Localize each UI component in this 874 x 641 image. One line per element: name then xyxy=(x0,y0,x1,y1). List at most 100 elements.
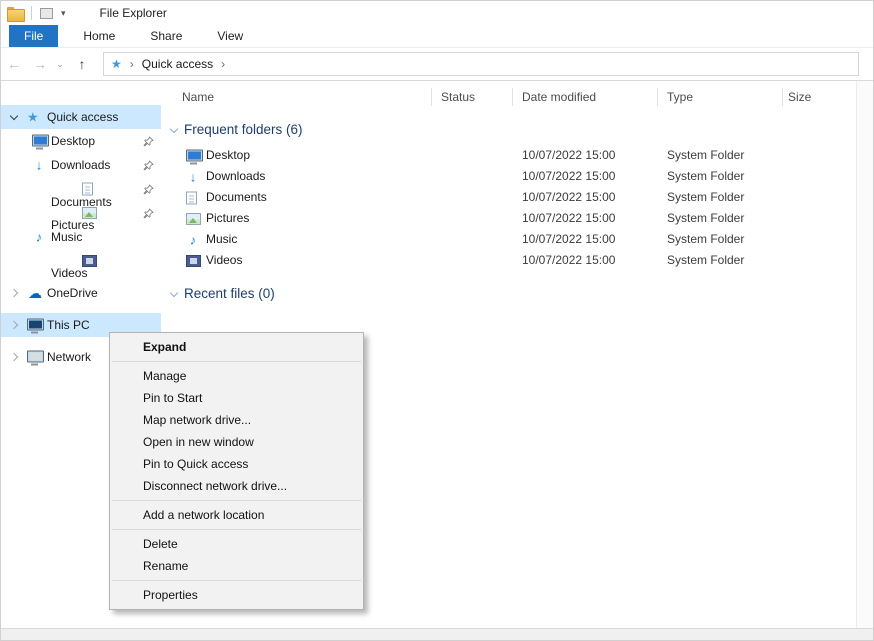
menu-item-map-network-drive[interactable]: Map network drive... xyxy=(110,409,363,431)
chevron-right-icon[interactable] xyxy=(10,289,18,297)
vertical-scrollbar[interactable] xyxy=(856,81,873,628)
menu-item-expand[interactable]: Expand xyxy=(110,336,363,358)
menu-separator xyxy=(112,580,361,581)
chevron-right-icon[interactable] xyxy=(10,321,18,329)
menu-item-properties[interactable]: Properties xyxy=(110,584,363,606)
tab-home[interactable]: Home xyxy=(70,25,128,47)
quick-access-toolbar-icon[interactable] xyxy=(40,8,53,19)
downloads-icon xyxy=(186,170,200,183)
tab-file[interactable]: File xyxy=(9,25,58,47)
recent-locations-dropdown-icon[interactable]: ⌄ xyxy=(53,59,67,70)
tab-view[interactable]: View xyxy=(204,25,256,47)
desktop-icon xyxy=(32,135,47,148)
menu-item-add-a-network-location[interactable]: Add a network location xyxy=(110,504,363,526)
pin-icon xyxy=(143,208,154,219)
menu-item-delete[interactable]: Delete xyxy=(110,533,363,555)
group-label: Recent files (0) xyxy=(184,283,275,305)
tab-share[interactable]: Share xyxy=(137,25,195,47)
menu-item-manage[interactable]: Manage xyxy=(110,365,363,387)
menu-item-disconnect-network-drive[interactable]: Disconnect network drive... xyxy=(110,475,363,497)
sidebar-item-documents[interactable]: Documents xyxy=(1,177,161,201)
file-date-modified: 10/07/2022 15:00 xyxy=(522,229,615,250)
chevron-down-icon xyxy=(170,125,178,133)
column-header-name[interactable]: Name xyxy=(182,90,214,104)
column-header-date-modified[interactable]: Date modified xyxy=(522,90,596,104)
sidebar-item-music[interactable]: Music xyxy=(1,225,161,249)
downloads-icon xyxy=(32,159,46,172)
table-row-music[interactable]: Music 10/07/2022 15:00 System Folder xyxy=(161,229,856,250)
menu-item-pin-to-quick-access[interactable]: Pin to Quick access xyxy=(110,453,363,475)
explorer-logo-icon[interactable] xyxy=(7,7,23,20)
window-title: File Explorer xyxy=(100,6,167,20)
table-row-downloads[interactable]: Downloads 10/07/2022 15:00 System Folder xyxy=(161,166,856,187)
file-type: System Folder xyxy=(667,229,744,250)
column-headers: Name Status Date modified Type Size xyxy=(161,81,856,113)
column-header-size[interactable]: Size xyxy=(788,90,811,104)
menu-item-pin-to-start[interactable]: Pin to Start xyxy=(110,387,363,409)
titlebar: ▾ File Explorer xyxy=(1,1,873,25)
file-type: System Folder xyxy=(667,250,744,271)
group-label: Frequent folders (6) xyxy=(184,119,303,141)
group-header-recent-files[interactable]: Recent files (0) xyxy=(161,283,856,305)
column-resize-handle[interactable] xyxy=(431,88,432,106)
pin-icon xyxy=(143,136,154,147)
column-resize-handle[interactable] xyxy=(782,88,783,106)
titlebar-separator xyxy=(31,6,32,20)
file-date-modified: 10/07/2022 15:00 xyxy=(522,208,615,229)
sidebar-item-desktop[interactable]: Desktop xyxy=(1,129,161,153)
sidebar-item-videos[interactable]: Videos xyxy=(1,249,161,273)
menu-item-open-in-new-window[interactable]: Open in new window xyxy=(110,431,363,453)
sidebar-item-quick-access[interactable]: ★ Quick access xyxy=(1,105,161,129)
table-row-videos[interactable]: Videos 10/07/2022 15:00 System Folder xyxy=(161,250,856,271)
sidebar-item-label: Network xyxy=(47,350,91,364)
sidebar-item-label: Quick access xyxy=(47,110,118,124)
file-date-modified: 10/07/2022 15:00 xyxy=(522,187,615,208)
pictures-icon xyxy=(82,207,97,219)
sidebar-item-onedrive[interactable]: OneDrive xyxy=(1,281,161,305)
menu-separator xyxy=(112,500,361,501)
qat-customize-dropdown-icon[interactable]: ▾ xyxy=(61,8,66,19)
table-row-documents[interactable]: Documents 10/07/2022 15:00 System Folder xyxy=(161,187,856,208)
column-resize-handle[interactable] xyxy=(512,88,513,106)
table-row-desktop[interactable]: Desktop 10/07/2022 15:00 System Folder xyxy=(161,145,856,166)
address-bar[interactable]: ★ › Quick access › xyxy=(103,52,859,76)
column-resize-handle[interactable] xyxy=(657,88,658,106)
network-icon xyxy=(27,351,42,364)
sidebar-item-label: Desktop xyxy=(51,134,95,148)
column-header-type[interactable]: Type xyxy=(667,90,693,104)
sidebar-item-label: Music xyxy=(51,230,82,244)
menu-separator xyxy=(112,529,361,530)
desktop-icon xyxy=(186,149,201,162)
sidebar-item-downloads[interactable]: Downloads xyxy=(1,153,161,177)
this-pc-icon xyxy=(27,319,42,332)
breadcrumb-chevron-icon[interactable]: › xyxy=(221,57,225,71)
pin-icon xyxy=(143,184,154,195)
chevron-down-icon[interactable] xyxy=(10,112,18,120)
documents-icon xyxy=(82,183,93,196)
file-name: Music xyxy=(206,229,237,250)
navigation-bar: ← → ⌄ ↑ ★ › Quick access › xyxy=(1,48,873,81)
breadcrumb-chevron-icon[interactable]: › xyxy=(130,57,134,71)
up-button[interactable]: ↑ xyxy=(67,56,97,72)
chevron-down-icon xyxy=(170,289,178,297)
menu-item-rename[interactable]: Rename xyxy=(110,555,363,577)
documents-icon xyxy=(186,191,197,204)
back-button[interactable]: ← xyxy=(1,56,27,72)
file-type: System Folder xyxy=(667,187,744,208)
quick-access-icon: ★ xyxy=(111,58,122,70)
status-bar xyxy=(1,628,873,640)
breadcrumb-segment-quick-access[interactable]: Quick access xyxy=(142,57,213,71)
table-row-pictures[interactable]: Pictures 10/07/2022 15:00 System Folder xyxy=(161,208,856,229)
group-header-frequent-folders[interactable]: Frequent folders (6) xyxy=(161,119,856,141)
file-name: Pictures xyxy=(206,208,249,229)
sidebar-item-pictures[interactable]: Pictures xyxy=(1,201,161,225)
forward-button[interactable]: → xyxy=(27,56,53,72)
file-date-modified: 10/07/2022 15:00 xyxy=(522,166,615,187)
file-type: System Folder xyxy=(667,208,744,229)
ribbon-tab-bar: File Home Share View xyxy=(1,25,873,48)
onedrive-cloud-icon xyxy=(27,286,43,300)
column-header-status[interactable]: Status xyxy=(441,90,475,104)
sidebar-item-label: This PC xyxy=(47,318,90,332)
chevron-right-icon[interactable] xyxy=(10,353,18,361)
file-date-modified: 10/07/2022 15:00 xyxy=(522,250,615,271)
